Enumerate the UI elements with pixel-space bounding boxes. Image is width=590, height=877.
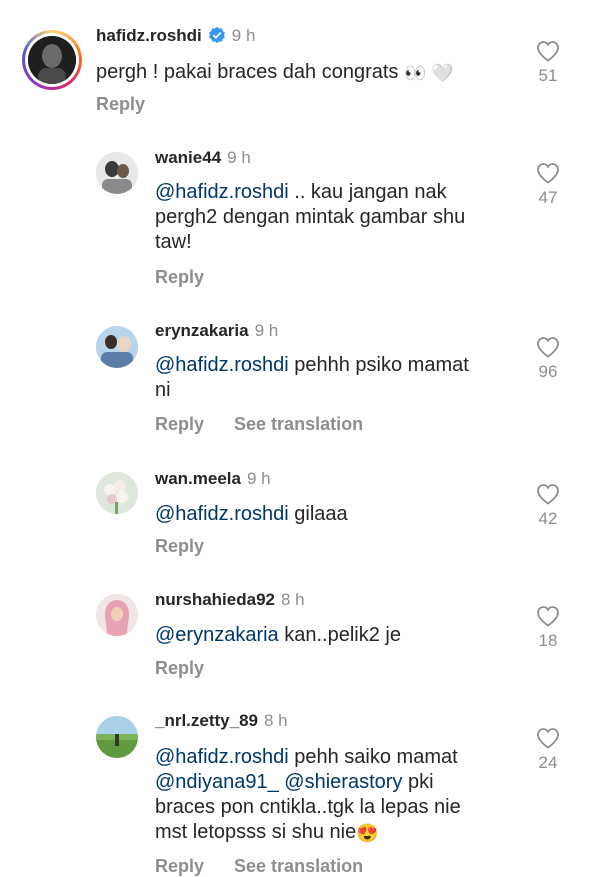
like-button[interactable]: 18 bbox=[534, 605, 562, 651]
mention-link[interactable]: @hafidz.roshdi bbox=[155, 181, 289, 203]
heart-icon bbox=[537, 728, 559, 749]
like-button[interactable]: 51 bbox=[534, 40, 562, 86]
reply-button[interactable]: Reply bbox=[155, 536, 204, 556]
username[interactable]: _nrl.zetty_89 bbox=[155, 711, 258, 730]
avatar[interactable] bbox=[96, 594, 138, 636]
timestamp: 9 h bbox=[227, 148, 251, 167]
verified-badge-icon bbox=[208, 26, 225, 44]
like-button[interactable]: 42 bbox=[534, 483, 562, 529]
avatar[interactable] bbox=[96, 152, 138, 194]
like-count: 24 bbox=[538, 753, 558, 772]
avatar-photo-icon bbox=[96, 152, 138, 194]
story-ring[interactable] bbox=[22, 30, 82, 90]
like-count: 47 bbox=[538, 188, 558, 207]
timestamp: 9 h bbox=[254, 321, 279, 340]
like-count: 18 bbox=[538, 631, 558, 650]
like-count: 96 bbox=[538, 362, 558, 381]
reply-button[interactable]: Reply bbox=[155, 267, 204, 287]
comment-text: pergh ! pakai braces dah congrats 👀 🤍 bbox=[96, 61, 454, 83]
emoji-eyes-heart: 👀 🤍 bbox=[403, 63, 454, 83]
mention-link[interactable]: @hafidz.roshdi bbox=[155, 503, 289, 525]
avatar-photo-icon bbox=[96, 594, 138, 636]
heart-icon bbox=[537, 163, 559, 184]
reply-button[interactable]: Reply bbox=[155, 414, 204, 434]
like-count: 42 bbox=[538, 509, 558, 528]
mention-link[interactable]: @shierastory bbox=[284, 771, 402, 793]
avatar[interactable] bbox=[96, 716, 138, 758]
like-button[interactable]: 96 bbox=[534, 336, 562, 382]
heart-icon bbox=[537, 41, 559, 62]
timestamp: 8 h bbox=[281, 590, 305, 609]
avatar[interactable] bbox=[96, 326, 138, 368]
see-translation-button[interactable]: See translation bbox=[234, 856, 363, 876]
heart-eyes-emoji-icon: 😍 bbox=[356, 823, 379, 843]
comment-text: @hafidz.roshdi pehh saiko mamat @ndiyana… bbox=[155, 746, 461, 843]
reply-button[interactable]: Reply bbox=[155, 658, 204, 678]
reply-button[interactable]: Reply bbox=[96, 94, 145, 114]
comment-text: @hafidz.roshdi pehhh psiko mamat ni bbox=[155, 354, 469, 401]
see-translation-button[interactable]: See translation bbox=[234, 414, 363, 434]
avatar-photo-icon bbox=[96, 326, 138, 368]
username[interactable]: erynzakaria bbox=[155, 321, 249, 340]
username[interactable]: wan.meela bbox=[155, 469, 241, 488]
mention-link[interactable]: @hafidz.roshdi bbox=[155, 746, 289, 768]
avatar[interactable] bbox=[96, 472, 138, 514]
like-button[interactable]: 24 bbox=[534, 727, 562, 773]
mention-link[interactable]: @erynzakaria bbox=[155, 624, 279, 646]
avatar-photo-icon bbox=[96, 716, 138, 758]
heart-icon bbox=[537, 606, 559, 627]
avatar-photo-icon bbox=[28, 36, 76, 84]
username[interactable]: hafidz.roshdi bbox=[96, 26, 202, 45]
heart-icon bbox=[537, 484, 559, 505]
comment-text: @erynzakaria kan..pelik2 je bbox=[155, 624, 401, 646]
timestamp: 8 h bbox=[264, 711, 288, 730]
reply-button[interactable]: Reply bbox=[155, 856, 204, 876]
comment-text: @hafidz.roshdi gilaaa bbox=[155, 503, 348, 525]
avatar-photo-icon bbox=[96, 472, 138, 514]
mention-link[interactable]: @ndiyana91_ bbox=[155, 771, 279, 793]
like-button[interactable]: 47 bbox=[534, 162, 562, 208]
avatar[interactable] bbox=[28, 36, 76, 84]
username[interactable]: wanie44 bbox=[155, 148, 221, 167]
heart-icon bbox=[537, 337, 559, 358]
timestamp: 9 h bbox=[247, 469, 271, 488]
comment-text: @hafidz.roshdi .. kau jangan nak pergh2 … bbox=[155, 181, 466, 253]
like-count: 51 bbox=[538, 66, 558, 85]
mention-link[interactable]: @hafidz.roshdi bbox=[155, 354, 289, 376]
timestamp: 9 h bbox=[231, 26, 256, 45]
username[interactable]: nurshahieda92 bbox=[155, 590, 275, 609]
